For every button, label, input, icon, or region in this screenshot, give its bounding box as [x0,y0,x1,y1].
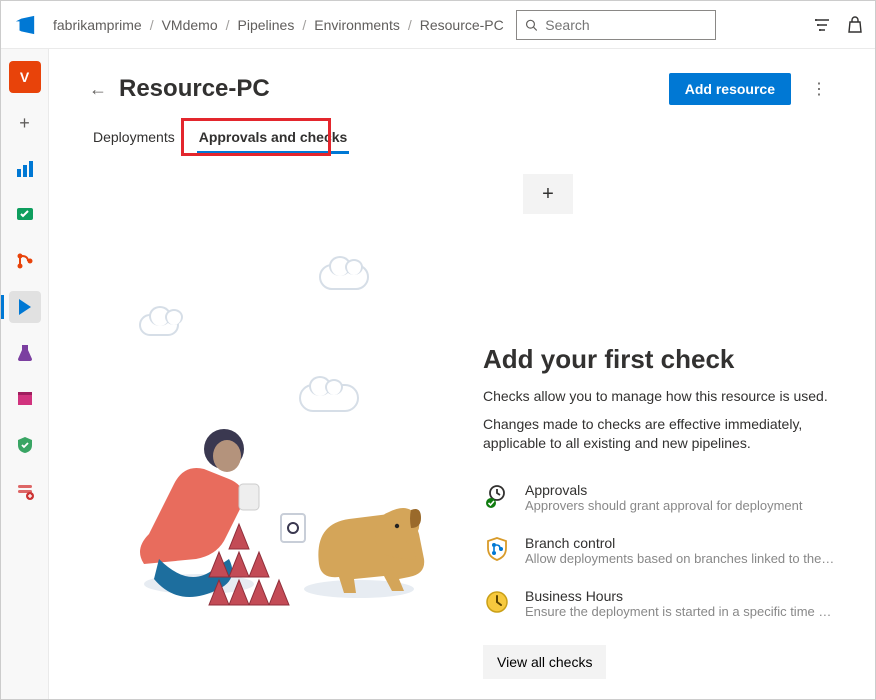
checks-panel: + Add your first check Checks allow you … [483,174,835,679]
azure-devops-logo[interactable] [13,13,37,37]
check-title: Approvals [525,482,803,498]
sidebar-testplans-icon[interactable] [9,337,41,369]
check-sub: Ensure the deployment is started in a sp… [525,604,835,619]
panel-title: Add your first check [483,344,835,375]
approvals-icon [483,482,511,510]
sidebar-add-button[interactable]: + [9,107,41,139]
view-all-checks-button[interactable]: View all checks [483,645,606,679]
check-list: Approvals Approvers should grant approva… [483,482,835,619]
main-content: ← Resource-PC Add resource ⋮ Deployments… [49,49,875,699]
add-resource-button[interactable]: Add resource [669,73,791,105]
check-title: Branch control [525,535,835,551]
breadcrumb-item[interactable]: Resource-PC [420,17,504,33]
add-check-button[interactable]: + [523,174,573,214]
search-input[interactable] [543,16,706,34]
branch-shield-icon [483,535,511,563]
tabs: Deployments Approvals and checks [91,123,835,154]
breadcrumb-item[interactable]: Environments [314,17,400,33]
sidebar: V + [1,49,49,699]
panel-desc-2: Changes made to checks are effective imm… [483,415,835,454]
sidebar-repos-icon[interactable] [9,245,41,277]
breadcrumb-item[interactable]: fabrikamprime [53,17,142,33]
tab-deployments[interactable]: Deployments [91,123,177,154]
clock-icon [483,588,511,616]
more-actions-icon[interactable]: ⋮ [803,75,835,103]
top-actions [813,16,863,34]
top-bar: fabrikamprime / VMdemo / Pipelines / Env… [1,1,875,49]
search-icon [525,18,538,32]
sidebar-boards-icon[interactable] [9,199,41,231]
illustration [89,264,463,624]
panel-desc-1: Checks allow you to manage how this reso… [483,387,835,407]
back-arrow-icon[interactable]: ← [89,79,107,100]
check-sub: Allow deployments based on branches link… [525,551,835,566]
sidebar-project-icon[interactable]: V [9,61,41,93]
page-header: ← Resource-PC Add resource ⋮ [89,73,835,105]
breadcrumb-item[interactable]: VMdemo [162,17,218,33]
sidebar-artifacts-icon[interactable] [9,383,41,415]
check-item-business-hours[interactable]: Business Hours Ensure the deployment is … [483,588,835,619]
sidebar-settings-icon[interactable] [9,475,41,507]
sidebar-pipelines-icon[interactable] [9,291,41,323]
tab-approvals-and-checks[interactable]: Approvals and checks [197,123,350,154]
search-box[interactable] [516,10,716,40]
page-title: Resource-PC [119,75,270,103]
check-item-branch-control[interactable]: Branch control Allow deployments based o… [483,535,835,566]
shopping-bag-icon[interactable] [847,16,863,34]
check-sub: Approvers should grant approval for depl… [525,498,803,513]
sidebar-compliance-icon[interactable] [9,429,41,461]
filter-icon[interactable] [813,16,831,34]
sidebar-overview-icon[interactable] [9,153,41,185]
breadcrumb-item[interactable]: Pipelines [238,17,295,33]
check-item-approvals[interactable]: Approvals Approvers should grant approva… [483,482,835,513]
check-title: Business Hours [525,588,835,604]
breadcrumb: fabrikamprime / VMdemo / Pipelines / Env… [53,17,504,33]
